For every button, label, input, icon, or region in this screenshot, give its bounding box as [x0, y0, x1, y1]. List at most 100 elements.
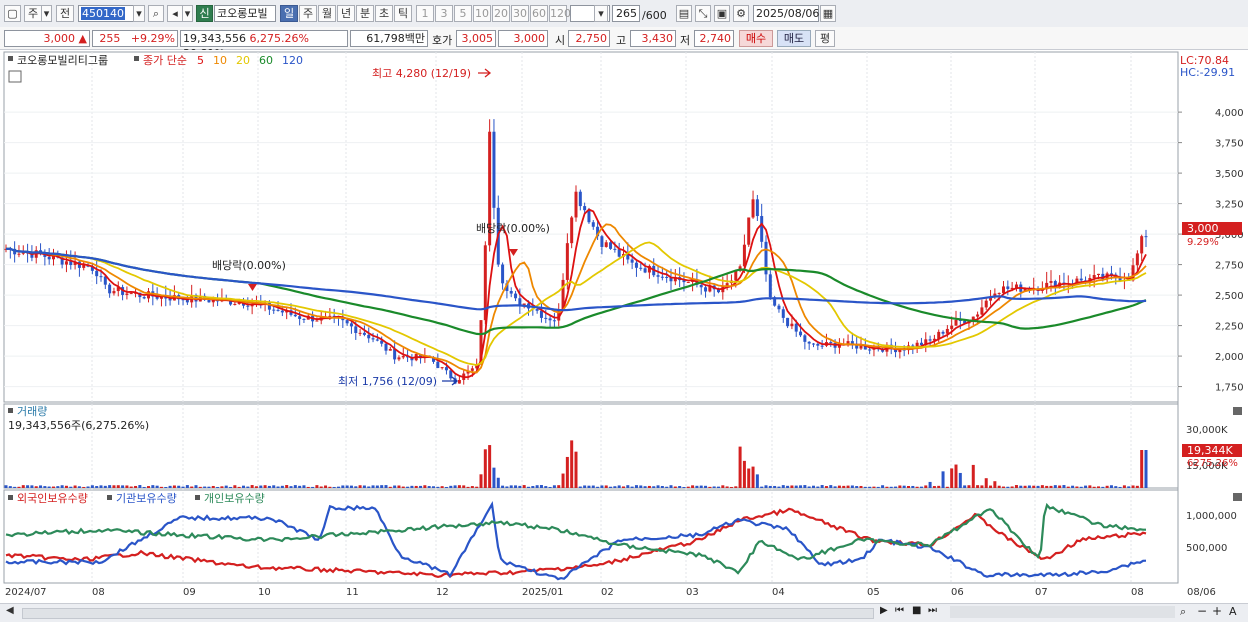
volume-bar [695, 485, 699, 488]
buy-button[interactable]: 매수 [739, 30, 773, 47]
volume-bar [574, 451, 578, 488]
volume-bar [410, 485, 414, 488]
period-button-4[interactable]: 분 [356, 5, 374, 22]
prev-code-button[interactable]: 전 [56, 5, 74, 22]
calendar-icon[interactable]: ▦ [820, 5, 836, 22]
interval-button-30[interactable]: 30 [511, 5, 529, 22]
candle-body [47, 256, 51, 260]
layout-tools[interactable] [950, 606, 1175, 618]
volume-bar [315, 485, 319, 488]
x-axis-label: 11 [346, 587, 359, 598]
ma-legend-120[interactable]: 120 [282, 54, 303, 67]
candle-body [794, 323, 798, 332]
count-input[interactable]: 265 [612, 5, 640, 22]
date-input[interactable]: 2025/08/06 [753, 5, 819, 22]
scroll-bar[interactable]: ◀ ▶ ⏮ ■ ⏭ ⌕ − + A [0, 603, 1248, 622]
period-button-1[interactable]: 주 [299, 5, 317, 22]
code-dropdown-icon[interactable]: ▾ [133, 5, 145, 22]
volume-bar [678, 486, 682, 488]
volume-bar [384, 485, 388, 488]
market-dropdown-icon[interactable]: ▾ [42, 5, 52, 22]
volume-bar [721, 485, 725, 488]
volume-panel-close-icon[interactable] [1233, 407, 1242, 415]
eval-button[interactable]: 평 [815, 30, 835, 47]
period-button-3[interactable]: 년 [337, 5, 355, 22]
scroll-left-icon[interactable]: ◀ [6, 605, 14, 616]
volume-bar [747, 468, 751, 488]
new-listing-badge: 신 [196, 5, 213, 22]
legend-stock-name[interactable]: 코오롱모빌리티그룹 [17, 54, 108, 67]
stock-code-input[interactable]: 450140 [78, 5, 136, 22]
zoom-in-icon[interactable]: + [1212, 604, 1222, 618]
ma-legend-60[interactable]: 60 [259, 54, 273, 67]
legend-ma-label[interactable]: 종가 단순 [143, 54, 187, 67]
font-size-icon[interactable]: A [1229, 605, 1237, 618]
zoom-search-icon[interactable]: ⌕ [1180, 605, 1186, 619]
x-axis-label: 03 [686, 587, 699, 598]
volume-bar [337, 486, 340, 488]
period-button-6[interactable]: 틱 [394, 5, 412, 22]
period-button-0[interactable]: 일 [280, 5, 298, 22]
interval-button-3[interactable]: 3 [435, 5, 453, 22]
volume-bar [367, 486, 371, 488]
period-button-2[interactable]: 월 [318, 5, 336, 22]
first-page-icon[interactable]: ⏮ [895, 605, 904, 616]
volume-bar [121, 485, 125, 488]
zoom-out-icon[interactable]: − [1197, 604, 1207, 618]
stop-icon[interactable]: ■ [912, 605, 921, 616]
interval-button-10[interactable]: 10 [473, 5, 491, 22]
volume-bar [129, 486, 133, 488]
candle-body [686, 281, 690, 283]
candle-body [1049, 281, 1053, 283]
volume-bar [207, 486, 211, 488]
interval-button-20[interactable]: 20 [492, 5, 510, 22]
volume-bar [470, 486, 474, 488]
custom-period-dropdown-icon[interactable]: ▾ [594, 5, 608, 22]
interval-button-120[interactable]: 120 [549, 5, 571, 22]
scroll-track[interactable] [22, 608, 874, 619]
chart-area[interactable]: 4,000 3,750 3,500 3,250 3,000 2,750 2,500 2,250… [0, 50, 1248, 603]
volume-bar [108, 485, 112, 488]
interval-button-5[interactable]: 5 [454, 5, 472, 22]
interval-button-60[interactable]: 60 [530, 5, 548, 22]
ma-legend-10[interactable]: 10 [213, 54, 227, 67]
drawing-tool-icon[interactable]: ⤡ [695, 5, 711, 22]
table-toggle-icon[interactable] [8, 70, 22, 83]
scroll-right-icon[interactable]: ▶ [880, 605, 888, 616]
volume-bar [837, 485, 841, 488]
window-menu-icon[interactable]: ▢ [4, 5, 21, 22]
sound-dropdown-icon[interactable]: ▾ [183, 5, 193, 22]
last-page-icon[interactable]: ⏭ [928, 605, 937, 616]
holdings-legend-item[interactable]: 기관보유수량 [116, 492, 177, 505]
period-button-5[interactable]: 초 [375, 5, 393, 22]
holdings-panel-close-icon[interactable] [1233, 493, 1242, 501]
volume-bar [138, 485, 142, 488]
candle-body [514, 293, 518, 299]
save-icon[interactable]: ▣ [714, 5, 730, 22]
candle-body [807, 341, 811, 344]
volume-bar [449, 485, 453, 488]
legend-bullet-icon [8, 495, 13, 500]
volume-title[interactable]: 거래량 [17, 405, 47, 418]
ma-legend-5[interactable]: 5 [197, 54, 204, 67]
settings-gear-icon[interactable]: ⚙ [733, 5, 749, 22]
volume-bar [777, 486, 781, 488]
sell-button[interactable]: 매도 [777, 30, 811, 47]
volume-bar [816, 486, 820, 488]
price-tick-label: 1,750 [1215, 383, 1244, 394]
volume-bar [527, 486, 530, 488]
sound-icon[interactable]: ◂ [167, 5, 183, 22]
ma-legend-20[interactable]: 20 [236, 54, 250, 67]
interval-button-1[interactable]: 1 [416, 5, 434, 22]
price-badge-text: 3,000 [1187, 222, 1219, 235]
market-select[interactable]: 주 [24, 5, 42, 22]
x-axis-label: 02 [601, 587, 614, 598]
holdings-legend-item[interactable]: 외국인보유수량 [17, 492, 88, 505]
candle-body [233, 303, 237, 305]
candle-body [578, 191, 582, 207]
candle-body [501, 264, 505, 284]
chart-tools-icon[interactable]: ▤ [676, 5, 692, 22]
search-icon[interactable]: ⌕ [148, 5, 164, 22]
stock-chart-svg[interactable]: 4,000 3,750 3,500 3,250 3,000 2,750 2,500 2,250… [0, 50, 1248, 603]
holdings-legend-item[interactable]: 개인보유수량 [204, 492, 265, 505]
